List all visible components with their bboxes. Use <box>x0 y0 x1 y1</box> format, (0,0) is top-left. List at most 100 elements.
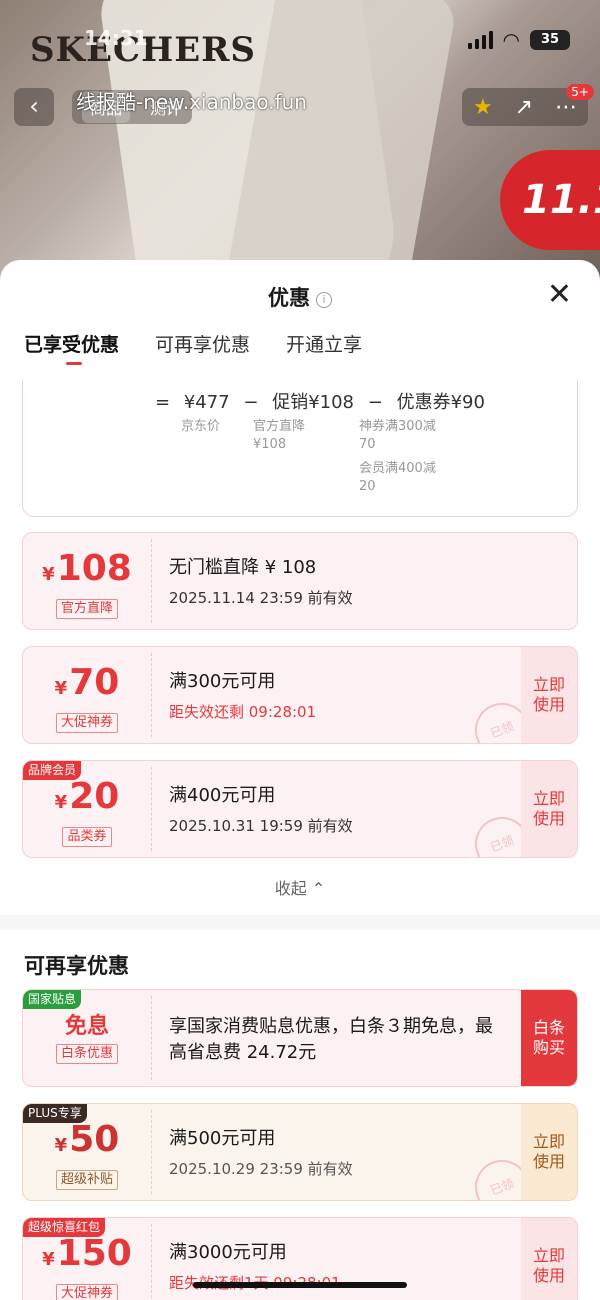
coupon-type-tag: 品类券 <box>62 827 112 847</box>
equals-sign: = <box>155 392 171 413</box>
use-now-button[interactable]: 立即使用 <box>521 761 577 857</box>
currency-symbol: ¥ <box>42 564 55 585</box>
coupon-sub-label: 会员满400减 <box>359 461 436 476</box>
coupon-condition: 享国家消费贴息优惠，白条３期免息，最高省息费 24.72元 <box>169 1016 493 1063</box>
promo-sub-label: 官方直降 <box>253 419 306 434</box>
coupon-divider <box>151 653 152 737</box>
coupon-sub-value: 20 <box>359 479 376 494</box>
promo-sub: 官方直降 ¥108 <box>253 418 305 454</box>
currency-symbol: ¥ <box>42 1249 55 1270</box>
coupon-details: 无门槛直降 ¥ 108 2025.11.14 23:59 前有效 <box>169 555 507 608</box>
coupon-value: ¥70 大促神券 <box>23 647 151 743</box>
status-icons: ◠ 35 <box>467 28 570 52</box>
coupon-countdown: 距失效还剩 09:28:01 <box>169 703 317 721</box>
sheet-header: 优惠 i ✕ <box>0 260 600 330</box>
sheet-title-text: 优惠 <box>268 286 310 310</box>
signal-icon <box>467 31 493 49</box>
sheet-tabs: 已享受优惠 可再享优惠 开通立享 <box>0 330 600 380</box>
coupon-amount: ¥20 <box>23 777 151 823</box>
coupon-condition: 满3000元可用 <box>169 1242 287 1263</box>
baitiao-buy-button[interactable]: 白条购买 <box>521 990 577 1086</box>
price-equation: = ¥477 − 促销¥108 − 优惠券¥90 <box>155 388 493 414</box>
price-label: 京东价 <box>181 419 221 434</box>
discount-sheet: 优惠 i ✕ 已享受优惠 可再享优惠 开通立享 = ¥477 − 促销¥108 −… <box>0 260 600 1300</box>
currency-symbol: ¥ <box>54 792 68 813</box>
close-icon[interactable]: ✕ <box>547 280 572 310</box>
coupon-sub-label: 神券满300减 <box>359 419 436 434</box>
coupon-divider <box>151 539 152 623</box>
coupon-type-tag: 官方直降 <box>55 599 118 619</box>
coupon-validity: 2025.11.14 23:59 前有效 <box>169 589 353 607</box>
minus-sign: − <box>367 392 383 413</box>
status-time: 14:31 <box>84 26 148 50</box>
coupon-amount: ¥150 <box>23 1234 151 1280</box>
battery-icon: 35 <box>530 30 570 50</box>
coupon-divider <box>151 1224 152 1300</box>
coupon-card[interactable]: ¥20 品类券 品牌会员 满400元可用 2025.10.31 19:59 前有… <box>22 760 578 858</box>
coupon-divider <box>151 767 152 851</box>
coupon-condition: 满500元可用 <box>169 1128 276 1149</box>
currency-symbol: ¥ <box>54 678 68 699</box>
subsidy-corner-badge: 国家贴息 <box>23 990 82 1009</box>
info-icon[interactable]: i <box>316 292 332 308</box>
promo-amount: 促销¥108 <box>272 392 355 413</box>
coupon-amount-value: 20 <box>69 776 120 817</box>
coupon-type-tag: 大促神券 <box>55 713 118 733</box>
member-corner-badge: 品牌会员 <box>23 761 82 780</box>
coupon-type-tag: 超级补贴 <box>55 1170 118 1190</box>
currency-symbol: ¥ <box>54 1135 68 1156</box>
coupon-divider <box>151 996 152 1080</box>
coupon-amount: ¥50 <box>23 1120 151 1166</box>
use-now-button[interactable]: 立即使用 <box>521 1104 577 1200</box>
coupon-amount-value: 50 <box>69 1119 120 1160</box>
product-image: SKECHERS 14:31 ◠ 35 ‹ 商品 测评 线报酷-new.xian… <box>0 0 600 290</box>
tab-activate[interactable]: 开通立享 <box>286 330 362 357</box>
section-divider <box>0 915 600 929</box>
coupon-amount-value: 108 <box>56 548 132 589</box>
tab-enjoyed[interactable]: 已享受优惠 <box>24 330 119 365</box>
coupon-card[interactable]: ¥50 超级补贴 PLUS专享 满500元可用 2025.10.29 23:59… <box>22 1103 578 1201</box>
coupon-amount-value: 150 <box>56 1233 132 1274</box>
coupon-type-tag: 大促神券 <box>55 1284 118 1300</box>
jd-price: ¥477 <box>183 392 230 413</box>
coupon-condition: 无门槛直降 ¥ 108 <box>169 557 317 578</box>
tab-more-discounts[interactable]: 可再享优惠 <box>155 330 250 357</box>
collapse-button[interactable]: 收起 ⌃ <box>0 875 600 899</box>
back-button[interactable]: ‹ <box>14 88 54 126</box>
coupon-amount: ¥70 <box>23 663 151 709</box>
coupon-card[interactable]: 免息 白条优惠 国家贴息 享国家消费贴息优惠，白条３期免息，最高省息费 24.7… <box>22 989 578 1087</box>
coupon-amount: 免息 <box>64 1014 109 1039</box>
coupon-card[interactable]: ¥108 官方直降 无门槛直降 ¥ 108 2025.11.14 23:59 前… <box>22 532 578 630</box>
coupon-sub: 神券满300减 70 会员满400减 20 <box>359 418 436 496</box>
coupon-amount-value: 70 <box>69 662 120 703</box>
coupon-amount: 优惠券¥90 <box>396 392 485 413</box>
coupon-type-tag: 白条优惠 <box>55 1044 118 1064</box>
message-badge: 5+ <box>566 84 594 100</box>
coupon-details: 满500元可用 2025.10.29 23:59 前有效 <box>169 1126 507 1179</box>
coupon-card[interactable]: ¥70 大促神券 满300元可用 距失效还剩 09:28:01 已领 立即使用 <box>22 646 578 744</box>
coupon-details: 满300元可用 距失效还剩 09:28:01 <box>169 669 507 722</box>
coupon-validity: 2025.10.31 19:59 前有效 <box>169 817 353 835</box>
coupon-sub-value: 70 <box>359 437 376 452</box>
minus-sign: − <box>243 392 259 413</box>
coupon-divider <box>151 1110 152 1194</box>
coupon-amount: ¥108 <box>23 549 151 595</box>
use-now-button[interactable]: 立即使用 <box>521 647 577 743</box>
coupon-value: ¥108 官方直降 <box>23 533 151 629</box>
coupon-details: 满400元可用 2025.10.31 19:59 前有效 <box>169 783 507 836</box>
sheet-content[interactable]: = ¥477 − 促销¥108 − 优惠券¥90 京东价 官方直降 ¥108 神… <box>0 380 600 1300</box>
watermark: 线报酷-new.xianbao.fun <box>76 90 307 114</box>
favorite-icon[interactable]: ★ <box>473 95 493 120</box>
coupon-validity: 2025.10.29 23:59 前有效 <box>169 1160 353 1178</box>
section-title: 可再享优惠 <box>24 954 129 978</box>
coupon-condition: 满400元可用 <box>169 785 276 806</box>
promo-sub-value: ¥108 <box>253 437 287 452</box>
surprise-corner-badge: 超级惊喜红包 <box>23 1218 106 1237</box>
use-now-button[interactable]: 立即使用 <box>521 1218 577 1300</box>
coupon-condition: 满300元可用 <box>169 671 276 692</box>
home-indicator[interactable] <box>193 1282 407 1288</box>
coupon-details: 享国家消费贴息优惠，白条３期免息，最高省息费 24.72元 <box>169 1014 507 1066</box>
sheet-title: 优惠 i <box>0 282 600 312</box>
double-eleven-badge[interactable]: 11.11 <box>500 150 600 250</box>
share-icon[interactable]: ↗ <box>515 95 533 120</box>
